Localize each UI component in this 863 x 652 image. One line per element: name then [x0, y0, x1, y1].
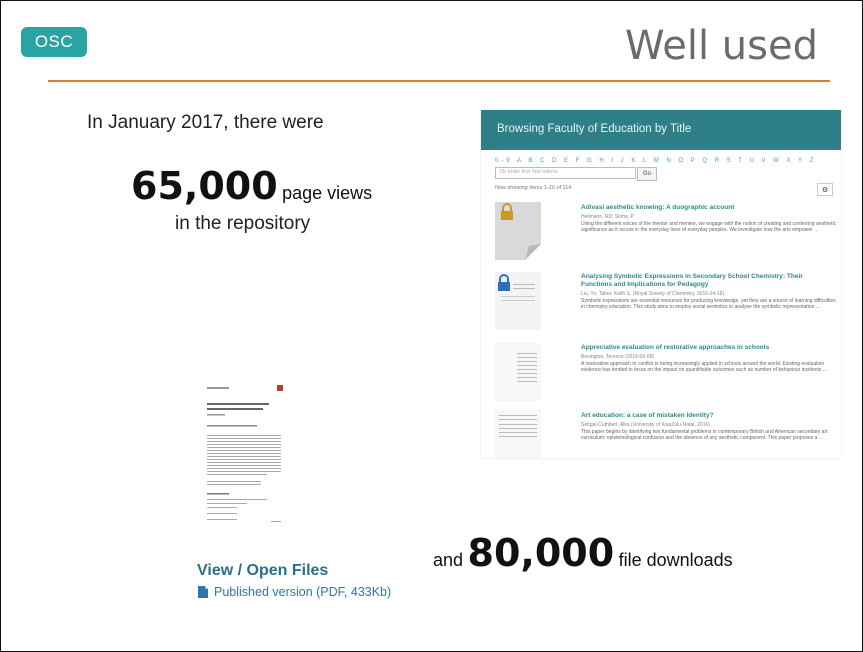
- item-title[interactable]: Analysing Symbolic Expressions in Second…: [581, 273, 831, 289]
- view-open-files-heading: View / Open Files: [197, 562, 329, 579]
- pdf-page-icon: [201, 379, 287, 529]
- item-abstract: A restorative approach to conflict is be…: [581, 361, 827, 374]
- item-title[interactable]: Adivasi aesthetic knowing: A duographic …: [581, 204, 831, 212]
- downloads-prefix: and: [433, 550, 464, 570]
- search-row: Or enter first few letters: Go: [495, 167, 841, 181]
- page-views-number: 65,000: [131, 164, 278, 208]
- item-title[interactable]: Appreciative evaluation of restorative a…: [581, 344, 831, 352]
- published-version-link[interactable]: Published version (PDF, 433Kb): [198, 585, 391, 599]
- slide: OSC Well used In January 2017, there wer…: [0, 0, 863, 652]
- pdf-preview-thumbnail[interactable]: [201, 379, 287, 529]
- item-authors: Bevington, Terence (2015-06-08): [581, 354, 655, 360]
- document-thumbnail-icon: [495, 343, 541, 401]
- gear-icon[interactable]: ⚙: [817, 183, 833, 196]
- downloads-number: 80,000: [467, 531, 615, 575]
- browse-header: Browsing Faculty of Education by Title: [481, 110, 841, 150]
- title-divider: [48, 80, 830, 82]
- go-button[interactable]: Go: [637, 167, 657, 181]
- item-title[interactable]: Art education: a case of mistaken identi…: [581, 412, 831, 420]
- item-abstract: This paper begins by identifying two fun…: [581, 429, 828, 442]
- locked-document-thumbnail-icon: [495, 272, 541, 330]
- page-views-unit: page views: [282, 183, 373, 203]
- alphabet-index[interactable]: 0-9 A B C D E F G H I J K L M N O P Q R …: [495, 158, 841, 164]
- item-abstract: Using the different voices of the mentor…: [581, 221, 837, 234]
- file-icon: [198, 586, 208, 598]
- page-views-stat: 65,000 page views: [131, 164, 372, 208]
- repository-screenshot: Browsing Faculty of Education by Title 0…: [481, 110, 841, 458]
- osc-badge: OSC: [21, 27, 87, 57]
- published-version-label[interactable]: Published version (PDF, 433Kb): [214, 585, 391, 599]
- item-abstract: Symbolic expressions are essential resou…: [581, 298, 836, 311]
- page-views-suffix: in the repository: [175, 213, 311, 234]
- starts-with-input[interactable]: Or enter first few letters:: [495, 167, 636, 179]
- intro-text: In January 2017, there were: [87, 112, 324, 133]
- results-count: Now showing items 1-20 of 114: [495, 185, 572, 191]
- locked-document-thumbnail-icon: [495, 202, 541, 260]
- slide-title: Well used: [625, 23, 818, 69]
- item-authors: Heilmann, RD; Sinha, P: [581, 214, 634, 220]
- downloads-stat: and 80,000 file downloads: [433, 531, 733, 575]
- document-thumbnail-icon: [495, 410, 541, 458]
- downloads-unit: file downloads: [618, 550, 733, 570]
- item-authors: Sehgal-Cuthbert, Alka (University of Kwa…: [581, 422, 710, 428]
- item-authors: Liu, Yu; Taber, Keith S. (Royal Society …: [581, 291, 725, 297]
